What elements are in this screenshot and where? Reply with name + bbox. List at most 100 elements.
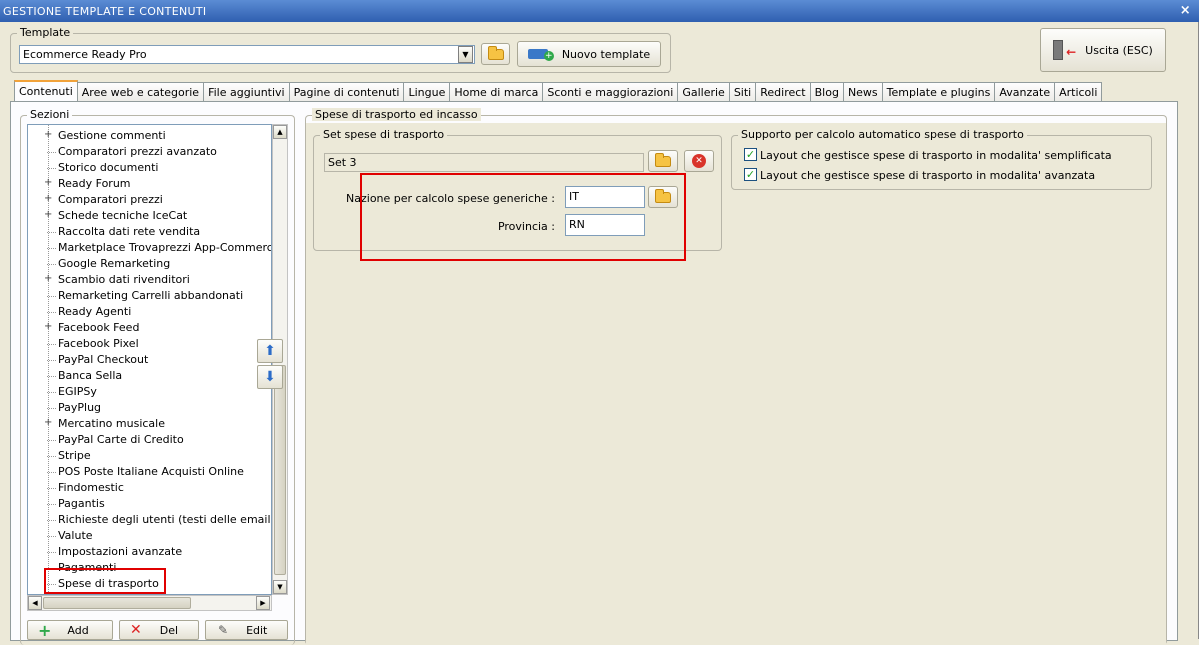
- scroll-up-icon[interactable]: ▲: [273, 125, 287, 139]
- tree-item[interactable]: Findomestic: [28, 480, 271, 496]
- tree-item[interactable]: + Mercatino musicale: [28, 416, 271, 432]
- add-label: Add: [67, 623, 89, 637]
- expand-icon[interactable]: +: [44, 177, 52, 188]
- tree-connector: [47, 440, 56, 441]
- tree-item-label: PayPlug: [58, 401, 102, 414]
- tree-item[interactable]: Pagamenti: [28, 560, 271, 576]
- scroll-down-icon[interactable]: ▼: [273, 580, 287, 594]
- chevron-down-icon[interactable]: ▼: [458, 46, 473, 63]
- tree-item[interactable]: Google Remarketing: [28, 256, 271, 272]
- sections-group-label: Sezioni: [27, 108, 73, 121]
- open-set-button[interactable]: [648, 150, 678, 172]
- tree-item[interactable]: + Comparatori prezzi: [28, 192, 271, 208]
- arrow-up-icon: ⬆: [264, 343, 276, 359]
- edit-label: Edit: [246, 623, 268, 637]
- tree-item[interactable]: Richieste degli utenti (testi delle emai…: [28, 512, 271, 528]
- simple-layout-checkbox[interactable]: ✓: [744, 148, 757, 161]
- tab-news[interactable]: News: [842, 82, 883, 102]
- hscroll-thumb[interactable]: [43, 597, 191, 609]
- tree-item[interactable]: Impostazioni avanzate: [28, 544, 271, 560]
- tree-item[interactable]: Marketplace Trovaprezzi App-Commerce e K…: [28, 240, 271, 256]
- del-label: Del: [159, 623, 179, 637]
- expand-icon[interactable]: +: [44, 193, 52, 204]
- province-input[interactable]: RN: [565, 214, 645, 236]
- tree-item[interactable]: Comparatori prezzi avanzato: [28, 144, 271, 160]
- edit-button[interactable]: ✎ Edit: [205, 620, 288, 640]
- tree-item[interactable]: + Ready Forum: [28, 176, 271, 192]
- template-select-value: Ecommerce Ready Pro: [23, 48, 147, 61]
- delete-button[interactable]: ✕ Del: [119, 620, 199, 640]
- tree-item[interactable]: Spese di trasporto: [28, 576, 271, 592]
- tree-item[interactable]: Valute: [28, 528, 271, 544]
- tree-item[interactable]: EGIPSy: [28, 384, 271, 400]
- close-icon[interactable]: ×: [1180, 3, 1191, 18]
- tree-connector: [47, 168, 56, 169]
- tree-item-label: Facebook Feed: [58, 321, 140, 334]
- nation-input[interactable]: IT: [565, 186, 645, 208]
- tree-connector: [47, 344, 56, 345]
- scroll-left-icon[interactable]: ◀: [28, 596, 42, 610]
- tree-connector: [47, 456, 56, 457]
- tree-item[interactable]: + Gestione commenti: [28, 128, 271, 144]
- tree-item[interactable]: + Facebook Feed: [28, 320, 271, 336]
- tree-item[interactable]: + Scambio dati rivenditori: [28, 272, 271, 288]
- tree-item[interactable]: Stripe: [28, 448, 271, 464]
- expand-icon[interactable]: +: [44, 129, 52, 140]
- delete-icon: ✕: [130, 622, 142, 638]
- tree-connector: [47, 248, 56, 249]
- tab-redirect[interactable]: Redirect: [755, 82, 811, 102]
- tree-item[interactable]: Ready Agenti: [28, 304, 271, 320]
- expand-icon[interactable]: +: [44, 417, 52, 428]
- clear-set-button[interactable]: ✕: [684, 150, 714, 172]
- simple-layout-label: Layout che gestisce spese di trasporto i…: [760, 149, 1112, 162]
- scroll-thumb[interactable]: [274, 365, 286, 575]
- move-up-button[interactable]: ⬆: [257, 339, 283, 363]
- nation-input-value: IT: [569, 190, 579, 203]
- tree-item[interactable]: Pagantis: [28, 496, 271, 512]
- tree-connector: [47, 520, 56, 521]
- move-down-button[interactable]: ⬇: [257, 365, 283, 389]
- tree-item[interactable]: Storico documenti: [28, 160, 271, 176]
- tab-template-plugins[interactable]: Template e plugins: [881, 82, 996, 102]
- tree-item[interactable]: PayPal Carte di Credito: [28, 432, 271, 448]
- tab-pagine-contenuti[interactable]: Pagine di contenuti: [288, 82, 405, 102]
- expand-icon[interactable]: +: [44, 321, 52, 332]
- expand-icon[interactable]: +: [44, 209, 52, 220]
- tree-item[interactable]: Facebook Pixel: [28, 336, 271, 352]
- tab-articoli[interactable]: Articoli: [1054, 82, 1103, 102]
- tab-siti[interactable]: Siti: [728, 82, 757, 102]
- check-icon: ✓: [745, 168, 756, 181]
- new-template-button[interactable]: + Nuovo template: [517, 41, 661, 67]
- scroll-right-icon[interactable]: ▶: [256, 596, 270, 610]
- tree-item[interactable]: Remarketing Carrelli abbandonati: [28, 288, 271, 304]
- template-select[interactable]: Ecommerce Ready Pro: [19, 45, 475, 64]
- tree-item-label: EGIPSy: [58, 385, 97, 398]
- sections-tree[interactable]: + Gestione commenti Comparatori prezzi ava…: [27, 124, 272, 595]
- tab-gallerie[interactable]: Gallerie: [677, 82, 730, 102]
- tab-sconti[interactable]: Sconti e maggiorazioni: [542, 82, 679, 102]
- tree-item[interactable]: PayPlug: [28, 400, 271, 416]
- tab-contenuti[interactable]: Contenuti: [14, 80, 78, 102]
- shipping-group-label: Spese di trasporto ed incasso: [312, 108, 481, 121]
- select-nation-button[interactable]: [648, 186, 678, 208]
- add-button[interactable]: + Add: [27, 620, 113, 640]
- expand-icon[interactable]: +: [44, 273, 52, 284]
- exit-button[interactable]: ← Uscita (ESC): [1040, 28, 1166, 72]
- tab-file-aggiuntivi[interactable]: File aggiuntivi: [203, 82, 290, 102]
- open-template-button[interactable]: [481, 43, 510, 65]
- tab-home-marca[interactable]: Home di marca: [449, 82, 544, 102]
- tree-item[interactable]: Raccolta dati rete vendita: [28, 224, 271, 240]
- tab-avanzate[interactable]: Avanzate: [994, 82, 1056, 102]
- tree-item[interactable]: POS Poste Italiane Acquisti Online: [28, 464, 271, 480]
- tab-aree-web[interactable]: Aree web e categorie: [76, 82, 205, 102]
- tree-item[interactable]: + Schede tecniche IceCat: [28, 208, 271, 224]
- tab-lingue[interactable]: Lingue: [403, 82, 451, 102]
- plus-icon: +: [38, 620, 52, 640]
- tree-horizontal-scrollbar[interactable]: ◀ ▶: [27, 595, 272, 611]
- tab-blog[interactable]: Blog: [809, 82, 844, 102]
- check-icon: ✓: [745, 148, 756, 161]
- new-template-label: Nuovo template: [561, 47, 651, 61]
- tree-item[interactable]: Banca Sella: [28, 368, 271, 384]
- tree-item[interactable]: PayPal Checkout: [28, 352, 271, 368]
- advanced-layout-checkbox[interactable]: ✓: [744, 168, 757, 181]
